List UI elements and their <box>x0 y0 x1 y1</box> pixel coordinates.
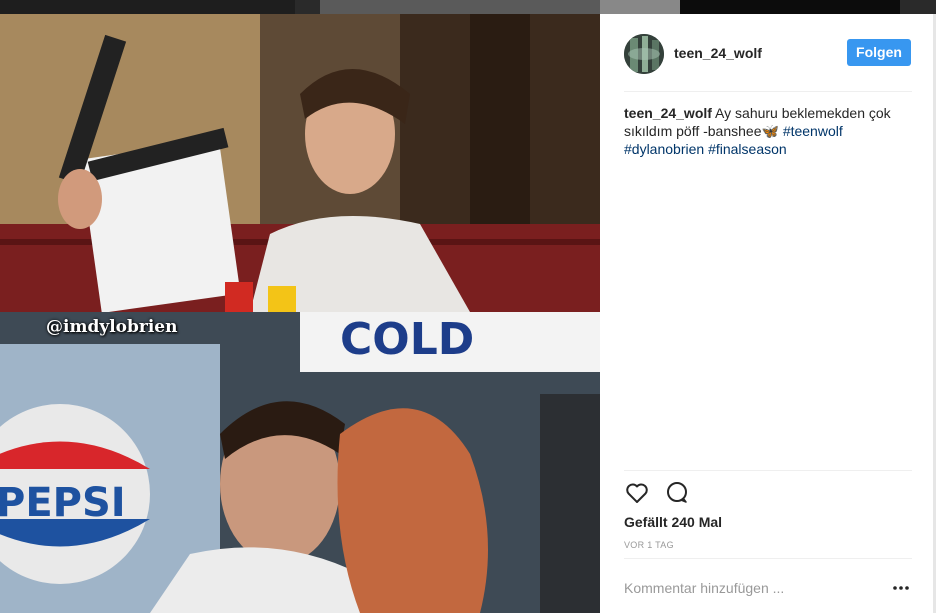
actions-divider <box>624 470 912 471</box>
sign-text: COLD <box>340 314 474 365</box>
hashtag-link[interactable]: #teenwolf <box>783 123 843 139</box>
butterfly-emoji: 🦋 <box>761 123 779 139</box>
post-actions <box>624 480 912 506</box>
username-link[interactable]: teen_24_wolf <box>674 45 762 61</box>
post-timestamp[interactable]: VOR 1 TAG <box>624 540 674 550</box>
comment-icon[interactable] <box>664 480 690 506</box>
hashtag-link[interactable]: #finalseason <box>708 141 787 157</box>
instagram-post-modal: COLD PEPSI @imdylobrien teen_24_wolf Fol… <box>0 0 936 613</box>
post-caption: teen_24_wolf Ay sahuru beklemekden çok s… <box>624 104 904 158</box>
header-divider <box>624 91 912 92</box>
follow-button[interactable]: Folgen <box>847 39 911 66</box>
heart-icon[interactable] <box>624 480 650 506</box>
post-details-panel: teen_24_wolf Folgen teen_24_wolf Ay sahu… <box>600 14 936 613</box>
pepsi-text: PEPSI <box>0 480 126 526</box>
like-count[interactable]: Gefällt 240 Mal <box>624 514 722 530</box>
background-strip <box>0 0 936 14</box>
post-header: teen_24_wolf Folgen <box>624 34 912 74</box>
comment-input[interactable]: Kommentar hinzufügen ... <box>624 578 874 598</box>
caption-username[interactable]: teen_24_wolf <box>624 105 712 121</box>
avatar[interactable] <box>624 34 664 74</box>
more-options-icon[interactable] <box>890 578 912 598</box>
photo-watermark: @imdylobrien <box>46 317 178 337</box>
comment-divider <box>624 558 912 559</box>
post-image[interactable]: COLD PEPSI @imdylobrien <box>0 14 600 613</box>
hashtag-link[interactable]: #dylanobrien <box>624 141 704 157</box>
